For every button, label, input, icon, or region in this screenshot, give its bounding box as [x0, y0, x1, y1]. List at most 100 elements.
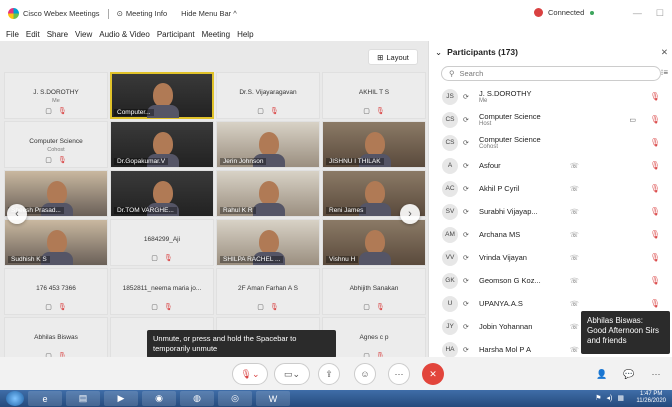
participant-tile[interactable]: 176 453 7366 ▢ 🎙	[4, 268, 108, 315]
layout-button[interactable]: ⊞ Layout	[368, 49, 418, 65]
participant-tile[interactable]: Dr.TOM VARGHE...	[110, 170, 214, 217]
network-icon: ▦	[617, 395, 624, 402]
participant-video	[41, 181, 73, 216]
participant-tile[interactable]: SHILPA RACHEL ...	[216, 219, 320, 266]
participant-tile[interactable]: JISHNU I THILAK	[322, 121, 426, 168]
participant-row[interactable]: CS ⟳ Computer Science Host ▭ 🎙	[429, 108, 672, 131]
muted-mic-icon: 🎙	[375, 304, 385, 311]
share-icon[interactable]: ⇪	[318, 363, 340, 385]
participant-row[interactable]: JS ⟳ J. S.DOROTHY Me 🎙	[429, 85, 672, 108]
windows-start-icon[interactable]	[6, 391, 24, 406]
participant-row[interactable]: GK ⟳ Geomson G Koz... ☏ 🎙	[429, 269, 672, 292]
muted-mic-icon[interactable]: 🎙	[650, 92, 660, 101]
participant-row[interactable]: SV ⟳ Surabhi Vijayap... ☏ 🎙	[429, 200, 672, 223]
menu-item[interactable]: View	[75, 30, 92, 39]
menu-item[interactable]: Meeting	[202, 30, 230, 39]
participant-tile[interactable]: AKHIL T S ▢ 🎙	[322, 72, 426, 119]
participants-header[interactable]: ⌄ Participants (173) ✕	[429, 41, 672, 63]
menu-item[interactable]: Help	[237, 30, 253, 39]
participant-tile[interactable]: Dr.S. Vijayaragavan ▢ 🎙	[216, 72, 320, 119]
participant-tile[interactable]: Vishnu H	[322, 219, 426, 266]
tile-name: Reni James	[326, 207, 367, 214]
participant-tile[interactable]: 1852811_neema maria jo... ▢ 🎙	[110, 268, 214, 315]
participant-tile[interactable]: Sudhish K S	[4, 219, 108, 266]
tile-name: Computer...	[114, 109, 154, 116]
more-panels-icon[interactable]: ⋯	[645, 363, 667, 385]
participant-tile[interactable]: 2F Aman Farhan A S ▢ 🎙	[216, 268, 320, 315]
muted-mic-icon[interactable]: 🎙	[650, 115, 660, 124]
participant-tile[interactable]: J. S.DOROTHY Me ▢ 🎙	[4, 72, 108, 119]
participant-tile[interactable]: Computer...	[110, 72, 214, 119]
participant-tile[interactable]: Jerin Johnson	[216, 121, 320, 168]
avatar: CS	[442, 134, 458, 151]
participant-row[interactable]: AC ⟳ Akhil P Cyril ☏ 🎙	[429, 177, 672, 200]
chat-notification[interactable]: Abhilas Biswas: Good Afternoon Sirs and …	[581, 311, 670, 354]
participant-tile[interactable]: Rahul K R	[216, 170, 320, 217]
participant-row[interactable]: AM ⟳ Archana MS ☏ 🎙	[429, 223, 672, 246]
connection-status[interactable]: Connected	[534, 8, 595, 17]
participant-row[interactable]: CS ⟳ Computer Science Cohost 🎙	[429, 131, 672, 154]
muted-mic-icon[interactable]: 🎙	[650, 184, 660, 193]
muted-mic-icon: 🎙	[269, 304, 279, 311]
avatar: CS	[442, 111, 458, 128]
next-page-arrow-icon[interactable]: ›	[400, 204, 420, 224]
menu-item[interactable]: File	[6, 30, 19, 39]
webex-taskbar-icon[interactable]: ◎	[218, 391, 252, 406]
search-icon: ⚲	[449, 69, 455, 78]
close-icon[interactable]: ✕	[661, 47, 668, 58]
firefox-icon[interactable]: ◍	[180, 391, 214, 406]
maximize-icon[interactable]: ☐	[656, 8, 664, 19]
menu-item[interactable]: Share	[47, 30, 68, 39]
minimize-icon[interactable]: —	[633, 8, 642, 19]
chrome-icon[interactable]: ◉	[142, 391, 176, 406]
muted-mic-icon[interactable]: 🎙	[650, 230, 660, 239]
tile-name: Computer Science	[29, 138, 83, 145]
tile-name: Jerin Johnson	[220, 158, 267, 165]
muted-mic-icon[interactable]: 🎙	[650, 253, 660, 262]
chat-icon[interactable]: 💬	[618, 363, 640, 385]
participant-video	[147, 83, 179, 118]
muted-mic-icon[interactable]: 🎙	[650, 161, 660, 170]
media-player-icon[interactable]: ▶	[104, 391, 138, 406]
webex-logo-icon	[8, 8, 19, 19]
participant-tile[interactable]: Computer Science Cohost ▢ 🎙	[4, 121, 108, 168]
ie-icon[interactable]: e	[28, 391, 62, 406]
chevron-down-icon[interactable]: ⌄	[435, 47, 442, 58]
menu-item[interactable]: Audio & Video	[99, 30, 150, 39]
muted-mic-icon[interactable]: 🎙	[650, 138, 660, 147]
file-explorer-icon[interactable]: ▤	[66, 391, 100, 406]
participant-role: Cohost	[479, 144, 499, 150]
muted-mic-icon[interactable]: 🎙	[650, 299, 660, 308]
muted-mic-icon[interactable]: 🎙	[650, 276, 660, 285]
muted-mic-icon[interactable]: 🎙	[650, 207, 660, 216]
video-button[interactable]: ▭⌄	[274, 363, 310, 385]
mute-button[interactable]: 🎙⌄	[232, 363, 268, 385]
device-icon: ▢	[45, 108, 52, 115]
avatar: AC	[442, 180, 458, 197]
leave-meeting-button[interactable]: ✕	[422, 363, 444, 385]
more-options-icon[interactable]: ⋯	[388, 363, 410, 385]
participant-tile[interactable]: Abhijith Sanakan ▢ 🎙	[322, 268, 426, 315]
status-dot-icon	[590, 10, 595, 15]
participant-row[interactable]: A ⟳ Asfour ☏ 🎙	[429, 154, 672, 177]
participant-tile[interactable]: Dr.Gopakumar.V	[110, 121, 214, 168]
tile-name: Dr.TOM VARGHE...	[114, 207, 177, 214]
participant-row[interactable]: VV ⟳ Vrinda Vijayan ☏ 🎙	[429, 246, 672, 269]
participant-search-input[interactable]: ⚲ Search	[441, 66, 661, 81]
menu-item[interactable]: Participant	[157, 30, 195, 39]
phone-icon: ☏	[570, 185, 579, 193]
participant-video	[253, 230, 285, 265]
hide-menu-bar-button[interactable]: Hide Menu Bar ^	[181, 9, 237, 18]
meeting-info-button[interactable]: ⊙ Meeting Info	[117, 9, 168, 18]
participants-toggle-icon[interactable]: 👤	[591, 363, 613, 385]
system-tray[interactable]: ⚑ ◂) ▦	[595, 394, 624, 402]
reactions-icon[interactable]: ☺	[354, 363, 376, 385]
video-grid: J. S.DOROTHY Me ▢ 🎙 Computer... Dr.S. Vijayar…	[4, 72, 426, 364]
word-icon[interactable]: W	[256, 391, 290, 406]
participant-tile[interactable]: 1684299_Aji ▢ 🎙	[110, 219, 214, 266]
headset-icon: ⟳	[463, 346, 469, 354]
menu-item[interactable]: Edit	[26, 30, 40, 39]
prev-page-arrow-icon[interactable]: ‹	[7, 204, 27, 224]
system-clock[interactable]: 1:47 PM 11/26/2020	[636, 391, 666, 404]
sort-icon[interactable]: ⁝≡	[661, 68, 668, 77]
